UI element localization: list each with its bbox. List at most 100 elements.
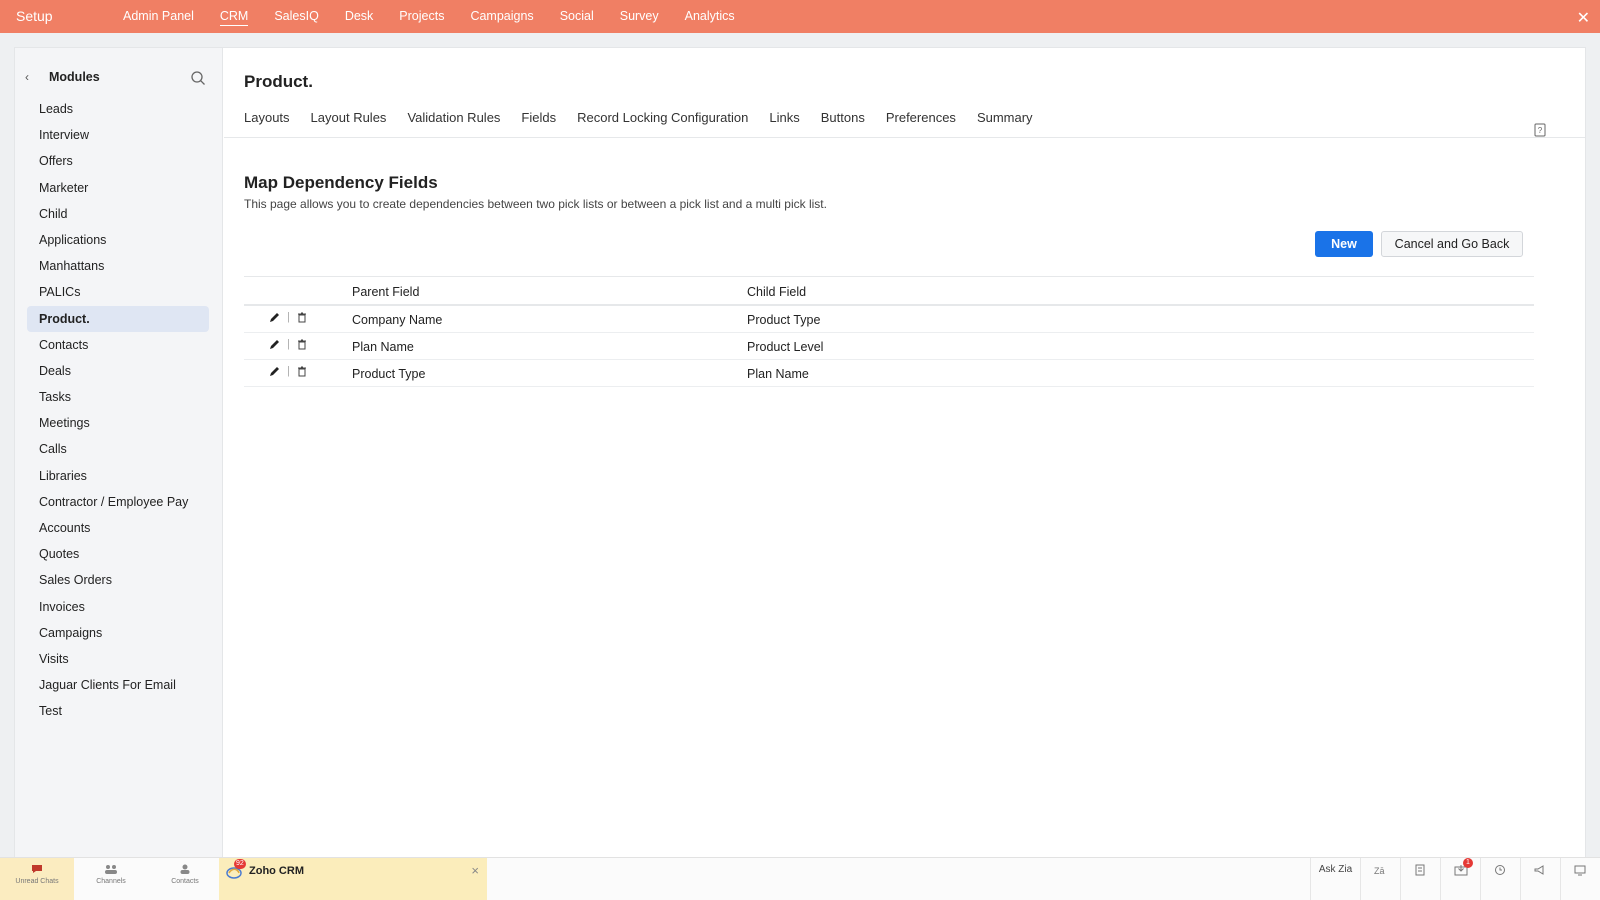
- nav-item-campaigns[interactable]: Campaigns: [457, 0, 546, 33]
- translate-button[interactable]: Zā: [1360, 858, 1400, 900]
- sidebar-item-marketer[interactable]: Marketer: [27, 175, 209, 201]
- sidebar-item-libraries[interactable]: Libraries: [27, 463, 209, 489]
- action-separator: |: [287, 365, 290, 377]
- back-chevron-icon[interactable]: ‹: [25, 70, 39, 84]
- sidebar-title: Modules: [49, 70, 100, 84]
- parent-field-cell: Company Name: [352, 313, 443, 327]
- alarm-button[interactable]: [1480, 858, 1520, 900]
- tab-buttons[interactable]: Buttons: [821, 110, 865, 125]
- setup-title: Setup: [16, 8, 53, 24]
- sidebar-item-visits[interactable]: Visits: [27, 646, 209, 672]
- zoho-crm-tab-label: Zoho CRM: [249, 865, 304, 877]
- channels-button[interactable]: Channels: [74, 858, 148, 900]
- section-title: Map Dependency Fields: [244, 173, 438, 192]
- translate-icon: Zā: [1374, 866, 1385, 876]
- nav-item-survey[interactable]: Survey: [607, 0, 672, 33]
- main-frame: ‹ Modules Leads Interview Offers Marketer Ch…: [14, 47, 1586, 867]
- sidebar-item-quotes[interactable]: Quotes: [27, 541, 209, 567]
- contacts-label: Contacts: [171, 878, 199, 885]
- tab-preferences[interactable]: Preferences: [886, 110, 956, 125]
- announcements-button[interactable]: [1520, 858, 1560, 900]
- notes-button[interactable]: [1400, 858, 1440, 900]
- zoho-crm-tab[interactable]: 92 Zoho CRM ×: [219, 858, 487, 900]
- sidebar-item-sales-orders[interactable]: Sales Orders: [27, 567, 209, 593]
- tab-record-locking-configuration[interactable]: Record Locking Configuration: [577, 110, 748, 125]
- chat-icon: [32, 865, 42, 873]
- settings-button[interactable]: [1560, 858, 1600, 900]
- sidebar-item-leads[interactable]: Leads: [27, 96, 209, 122]
- delete-trash-icon[interactable]: [297, 312, 307, 323]
- unread-chats-label: Unread Chats: [15, 878, 59, 885]
- sidebar-list: Leads Interview Offers Marketer Child Applica…: [27, 96, 209, 725]
- search-icon[interactable]: [190, 70, 206, 86]
- sidebar-item-contractor-employee-pay[interactable]: Contractor / Employee Pay: [27, 489, 209, 515]
- svg-text:Zā: Zā: [1374, 866, 1385, 876]
- action-separator: |: [287, 338, 290, 350]
- contacts-icon: [180, 864, 190, 874]
- sidebar-item-accounts[interactable]: Accounts: [27, 515, 209, 541]
- sidebar-item-interview[interactable]: Interview: [27, 122, 209, 148]
- megaphone-icon: [1534, 865, 1544, 875]
- dependency-table: Parent Field Child Field | Company Name Pr…: [244, 276, 1534, 387]
- sidebar-item-offers[interactable]: Offers: [27, 148, 209, 174]
- sidebar-item-invoices[interactable]: Invoices: [27, 594, 209, 620]
- nav-item-analytics[interactable]: Analytics: [672, 0, 748, 33]
- tab-layouts[interactable]: Layouts: [244, 110, 290, 125]
- svg-text:?: ?: [1538, 126, 1543, 135]
- nav-item-crm[interactable]: CRM: [207, 0, 261, 33]
- nav-item-desk[interactable]: Desk: [332, 0, 386, 33]
- sidebar-item-campaigns[interactable]: Campaigns: [27, 620, 209, 646]
- nav-item-social[interactable]: Social: [547, 0, 607, 33]
- tab-fields[interactable]: Fields: [521, 110, 556, 125]
- notifications-button[interactable]: 1: [1440, 858, 1480, 900]
- delete-trash-icon[interactable]: [297, 339, 307, 350]
- page-title: Product.: [244, 72, 313, 91]
- section-description: This page allows you to create dependenc…: [244, 197, 827, 211]
- sidebar-item-meetings[interactable]: Meetings: [27, 410, 209, 436]
- tab-layout-rules[interactable]: Layout Rules: [311, 110, 387, 125]
- unread-chats-button[interactable]: Unread Chats: [0, 858, 74, 900]
- top-bar: Setup Admin Panel CRM SalesIQ Desk Projects C…: [0, 0, 1600, 33]
- monitor-icon: [1574, 865, 1586, 876]
- parent-field-cell: Product Type: [352, 367, 426, 381]
- tab-summary[interactable]: Summary: [977, 110, 1033, 125]
- nav-item-admin-panel[interactable]: Admin Panel: [110, 0, 207, 33]
- sidebar-item-jaguar-clients-for-email[interactable]: Jaguar Clients For Email: [27, 672, 209, 698]
- child-field-header: Child Field: [747, 285, 807, 299]
- tab-links[interactable]: Links: [769, 110, 799, 125]
- sidebar-item-manhattans[interactable]: Manhattans: [27, 253, 209, 279]
- sidebar-item-deals[interactable]: Deals: [27, 358, 209, 384]
- channels-icon: [105, 865, 117, 874]
- sidebar-item-tasks[interactable]: Tasks: [27, 384, 209, 410]
- sidebar-item-palics[interactable]: PALICs: [27, 279, 209, 305]
- sidebar-item-child[interactable]: Child: [27, 201, 209, 227]
- notification-badge: 1: [1463, 858, 1473, 868]
- nav-item-projects[interactable]: Projects: [386, 0, 457, 33]
- close-icon[interactable]: ✕: [1577, 8, 1590, 28]
- child-field-cell: Product Level: [747, 340, 824, 354]
- new-button[interactable]: New: [1315, 231, 1373, 257]
- contacts-button[interactable]: Contacts: [148, 858, 222, 900]
- sidebar-item-test[interactable]: Test: [27, 698, 209, 724]
- channels-label: Channels: [96, 878, 126, 885]
- sidebar-item-calls[interactable]: Calls: [27, 436, 209, 462]
- top-nav: Admin Panel CRM SalesIQ Desk Projects Campaig…: [110, 0, 748, 33]
- cancel-and-go-back-button[interactable]: Cancel and Go Back: [1381, 231, 1523, 257]
- sidebar-item-applications[interactable]: Applications: [27, 227, 209, 253]
- document-icon: [1415, 864, 1425, 876]
- parent-field-cell: Plan Name: [352, 340, 414, 354]
- sidebar-item-contacts[interactable]: Contacts: [27, 332, 209, 358]
- content-area: Product. Layouts Layout Rules Validation R…: [224, 48, 1585, 866]
- nav-item-salesiq[interactable]: SalesIQ: [261, 0, 331, 33]
- edit-pencil-icon[interactable]: [269, 366, 280, 377]
- sidebar-item-product[interactable]: Product.: [27, 305, 209, 332]
- help-book-icon[interactable]: ?: [1533, 123, 1547, 137]
- delete-trash-icon[interactable]: [297, 366, 307, 377]
- edit-pencil-icon[interactable]: [269, 312, 280, 323]
- table-row: | Company Name Product Type: [244, 306, 1534, 333]
- edit-pencil-icon[interactable]: [269, 339, 280, 350]
- ask-zia-button[interactable]: Ask Zia: [1310, 858, 1360, 900]
- tab-validation-rules[interactable]: Validation Rules: [407, 110, 500, 125]
- close-tab-icon[interactable]: ×: [471, 863, 479, 878]
- bottom-taskbar: Unread Chats Channels Contacts 92 Zoho C…: [0, 857, 1600, 900]
